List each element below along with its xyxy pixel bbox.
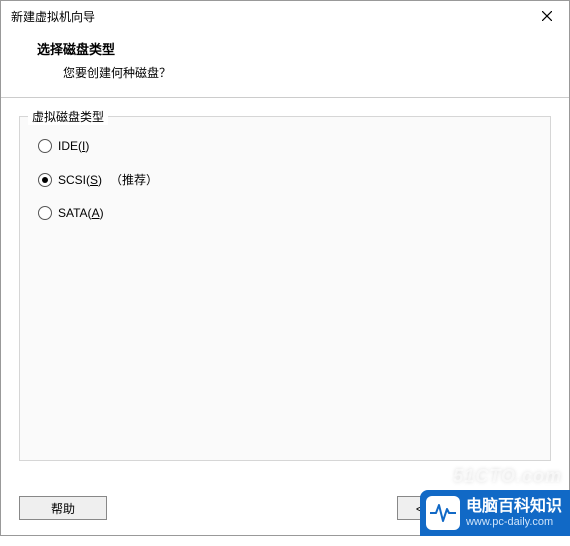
titlebar: 新建虚拟机向导 (1, 1, 569, 31)
window-title: 新建虚拟机向导 (11, 8, 95, 25)
page-edge (0, 536, 570, 546)
radio-option-sata[interactable]: SATA(A) (38, 206, 532, 220)
radio-indicator (38, 139, 52, 153)
radio-label-scsi: SCSI(S) (58, 173, 102, 187)
close-button[interactable] (533, 5, 561, 27)
next-button-highlight: 下 (501, 493, 551, 523)
wizard-header: 选择磁盘类型 您要创建何种磁盘？ (1, 31, 569, 93)
wizard-window: 新建虚拟机向导 选择磁盘类型 您要创建何种磁盘？ 虚拟磁盘类型 IDE(I) S… (0, 0, 570, 536)
content-area: 虚拟磁盘类型 IDE(I) SCSI(S) （推荐） SATA(A) (1, 98, 569, 461)
radio-recommended-label: （推荐） (110, 171, 158, 188)
radio-label-sata: SATA(A) (58, 206, 104, 220)
disk-type-fieldset: 虚拟磁盘类型 IDE(I) SCSI(S) （推荐） SATA(A) (19, 116, 551, 461)
page-subtitle: 您要创建何种磁盘？ (21, 64, 559, 81)
help-button[interactable]: 帮助 (19, 496, 107, 520)
disk-type-radio-group: IDE(I) SCSI(S) （推荐） SATA(A) (20, 117, 550, 220)
radio-indicator (38, 206, 52, 220)
close-icon (542, 11, 552, 21)
radio-indicator (38, 173, 52, 187)
fieldset-legend: 虚拟磁盘类型 (28, 108, 108, 125)
radio-option-ide[interactable]: IDE(I) (38, 139, 532, 153)
next-button[interactable]: 下 (504, 496, 548, 520)
radio-option-scsi[interactable]: SCSI(S) （推荐） (38, 171, 532, 188)
page-title: 选择磁盘类型 (21, 39, 559, 64)
radio-label-ide: IDE(I) (58, 139, 89, 153)
button-bar: 帮助 < 上一步(B) 下 (1, 493, 569, 523)
back-button[interactable]: < 上一步(B) (397, 496, 497, 520)
